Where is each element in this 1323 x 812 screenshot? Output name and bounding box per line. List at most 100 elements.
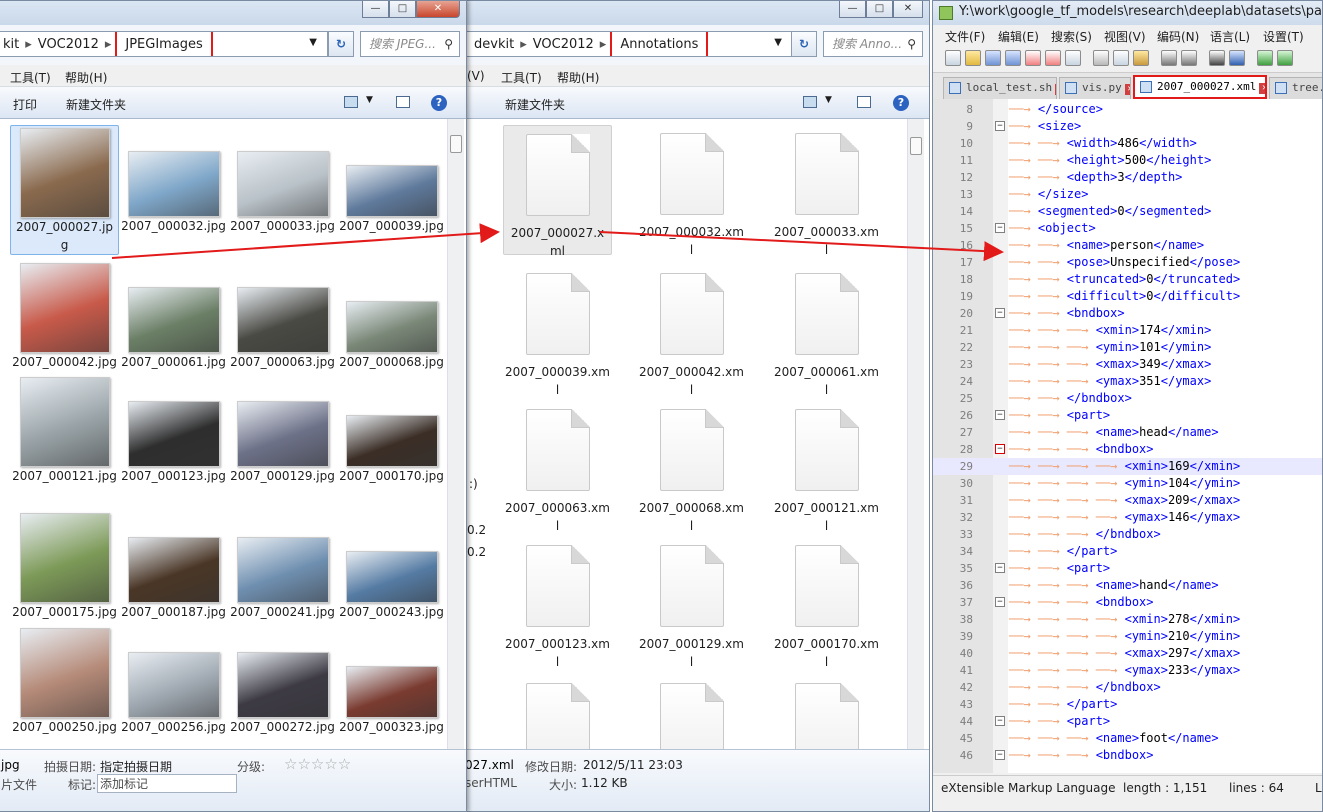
maximize-button[interactable]: □	[866, 1, 893, 18]
fold-toggle-icon[interactable]: −	[995, 308, 1005, 318]
code-line[interactable]: 41 ──→ ──→ ──→ ──→ <ymax>233</ymax>	[933, 662, 1322, 679]
help-icon[interactable]: ?	[431, 95, 447, 111]
xml-file-item[interactable]: 2007_000061.xml	[772, 265, 881, 397]
code-line[interactable]: 18 ──→ ──→ <truncated>0</truncated>	[933, 271, 1322, 288]
close-button[interactable]: ✕	[893, 1, 923, 18]
image-thumbnail-item[interactable]: 2007_000032.jpg	[119, 125, 228, 255]
code-line[interactable]: 46 − ──→ ──→ ──→ <bndbox>	[933, 747, 1322, 764]
image-thumbnail-item[interactable]: 2007_000256.jpg	[119, 626, 228, 754]
code-line[interactable]: 25 ──→ ──→ </bndbox>	[933, 390, 1322, 407]
address-bar[interactable]: devkit ▸ VOC2012 ▸ Annotations ▼	[463, 31, 793, 57]
code-line[interactable]: 20 − ──→ ──→ <bndbox>	[933, 305, 1322, 322]
xml-file-item[interactable]: 2007_000027.xml	[503, 125, 612, 258]
print-icon[interactable]	[1065, 50, 1081, 66]
view-icon[interactable]	[344, 96, 358, 108]
close-tab-icon[interactable]: ✕	[1259, 83, 1265, 94]
xml-file-item[interactable]: 2007_000129.xml	[637, 537, 746, 669]
tab-vis-py[interactable]: vis.py✕	[1059, 77, 1131, 99]
menu-help[interactable]: 帮助(H)	[557, 69, 599, 86]
search-input[interactable]: 搜索 JPEG... ⚲	[360, 31, 460, 57]
close-tab-icon[interactable]: ✕	[1124, 84, 1130, 95]
rating-stars[interactable]: ☆☆☆☆☆	[284, 755, 351, 773]
image-thumbnail-item[interactable]: 2007_000187.jpg	[119, 511, 228, 639]
new-folder-button[interactable]: 新建文件夹	[66, 96, 126, 113]
vertical-scrollbar[interactable]	[447, 119, 464, 749]
menu-search[interactable]: 搜索(S)	[1051, 28, 1092, 45]
close-button[interactable]: ✕	[416, 1, 460, 18]
chevron-down-icon[interactable]: ▼	[366, 95, 373, 105]
code-line[interactable]: 9 − ──→ <size>	[933, 118, 1322, 135]
tab-2007-000027-xml[interactable]: 2007_000027.xml✕	[1133, 75, 1267, 99]
code-line[interactable]: 22 ──→ ──→ ──→ <ymin>101</ymin>	[933, 339, 1322, 356]
code-line[interactable]: 28 − ──→ ──→ ──→ <bndbox>	[933, 441, 1322, 458]
code-line[interactable]: 32 ──→ ──→ ──→ ──→ <ymax>146</ymax>	[933, 509, 1322, 526]
menu-language[interactable]: 语言(L)	[1210, 28, 1250, 45]
code-line[interactable]: 17 ──→ ──→ <pose>Unspecified</pose>	[933, 254, 1322, 271]
image-thumbnail-item[interactable]: 2007_000243.jpg	[337, 511, 446, 639]
copy-icon[interactable]	[1113, 50, 1129, 66]
code-line[interactable]: 12 ──→ ──→ <depth>3</depth>	[933, 169, 1322, 186]
code-line[interactable]: 15 − ──→ <object>	[933, 220, 1322, 237]
breadcrumb-voc2012[interactable]: VOC2012	[529, 37, 598, 52]
new-folder-button[interactable]: 新建文件夹	[505, 96, 565, 113]
fold-toggle-icon[interactable]: −	[995, 121, 1005, 131]
xml-file-item[interactable]: 2007_000121.xml	[772, 401, 881, 533]
code-line[interactable]: 45 ──→ ──→ ──→ <name>foot</name>	[933, 730, 1322, 747]
code-editor[interactable]: 8 ──→ </source> 9− ──→ <size> 10 ──→ ──→ <wid…	[933, 99, 1322, 773]
maximize-button[interactable]: □	[389, 1, 416, 18]
image-thumbnail-item[interactable]: 2007_000129.jpg	[228, 375, 337, 503]
image-thumbnail-item[interactable]: 2007_000175.jpg	[10, 511, 119, 639]
image-thumbnail-item[interactable]: 2007_000250.jpg	[10, 626, 119, 754]
menu-view[interactable]: (V)	[467, 69, 485, 83]
new-file-icon[interactable]	[945, 50, 961, 66]
detail-date-value[interactable]: 指定拍摄日期	[100, 758, 172, 775]
image-thumbnail-item[interactable]: 2007_000033.jpg	[228, 125, 337, 255]
fold-toggle-icon[interactable]: −	[995, 597, 1005, 607]
image-thumbnail-item[interactable]: 2007_000063.jpg	[228, 261, 337, 389]
help-icon[interactable]: ?	[893, 95, 909, 111]
breadcrumb-devkit[interactable]: kit	[0, 37, 23, 52]
tab-tree[interactable]: tree.t	[1269, 77, 1322, 99]
breadcrumb-devkit[interactable]: devkit	[470, 37, 518, 52]
xml-file-item[interactable]: 2007_000032.xml	[637, 125, 746, 257]
minimize-button[interactable]: —	[362, 1, 389, 18]
code-line[interactable]: 10 ──→ ──→ <width>486</width>	[933, 135, 1322, 152]
fold-toggle-icon[interactable]: −	[995, 563, 1005, 573]
close-tab-icon[interactable]: ✕	[1055, 84, 1056, 95]
menu-tools[interactable]: 工具(T)	[10, 69, 51, 86]
chevron-down-icon[interactable]: ▼	[770, 37, 786, 48]
breadcrumb-jpegimages[interactable]: JPEGImages	[115, 32, 213, 56]
refresh-button[interactable]: ↻	[328, 31, 354, 57]
code-line[interactable]: 24 ──→ ──→ ──→ <ymax>351</ymax>	[933, 373, 1322, 390]
code-line[interactable]: 43 ──→ ──→ </part>	[933, 696, 1322, 713]
sync-icon[interactable]	[1277, 50, 1293, 66]
code-line[interactable]: 37 − ──→ ──→ ──→ <bndbox>	[933, 594, 1322, 611]
code-line[interactable]: 31 ──→ ──→ ──→ ──→ <xmax>209</xmax>	[933, 492, 1322, 509]
code-line[interactable]: 44 − ──→ ──→ <part>	[933, 713, 1322, 730]
save-icon[interactable]	[985, 50, 1001, 66]
search-input[interactable]: 搜索 Anno... ⚲	[823, 31, 923, 57]
code-line[interactable]: 27 ──→ ──→ ──→ <name>head</name>	[933, 424, 1322, 441]
image-thumbnail-item[interactable]: 2007_000027.jpg	[10, 125, 119, 255]
code-line[interactable]: 33 ──→ ──→ ──→ </bndbox>	[933, 526, 1322, 543]
breadcrumb-annotations[interactable]: Annotations	[610, 32, 709, 56]
image-thumbnail-item[interactable]: 2007_000039.jpg	[337, 125, 446, 255]
code-line[interactable]: 19 ──→ ──→ <difficult>0</difficult>	[933, 288, 1322, 305]
xml-file-item[interactable]: 2007_000033.xml	[772, 125, 881, 257]
image-thumbnail-item[interactable]: 2007_000241.jpg	[228, 511, 337, 639]
code-line[interactable]: 23 ──→ ──→ ──→ <xmax>349</xmax>	[933, 356, 1322, 373]
breadcrumb-voc2012[interactable]: VOC2012	[34, 37, 103, 52]
menu-edit[interactable]: 编辑(E)	[998, 28, 1039, 45]
code-line[interactable]: 40 ──→ ──→ ──→ ──→ <xmax>297</xmax>	[933, 645, 1322, 662]
code-line[interactable]: 34 ──→ ──→ </part>	[933, 543, 1322, 560]
fold-toggle-icon[interactable]: −	[995, 410, 1005, 420]
xml-file-item[interactable]: 2007_000039.xml	[503, 265, 612, 397]
fold-toggle-icon[interactable]: −	[995, 750, 1005, 760]
code-line[interactable]: 13 ──→ </size>	[933, 186, 1322, 203]
code-line[interactable]: 35 − ──→ ──→ <part>	[933, 560, 1322, 577]
vertical-scrollbar[interactable]	[907, 119, 924, 749]
menu-file[interactable]: 文件(F)	[945, 28, 985, 45]
tab-local-test-sh[interactable]: local_test.sh✕	[943, 77, 1057, 99]
image-thumbnail-item[interactable]: 2007_000121.jpg	[10, 375, 119, 503]
image-thumbnail-item[interactable]: 2007_000170.jpg	[337, 375, 446, 503]
